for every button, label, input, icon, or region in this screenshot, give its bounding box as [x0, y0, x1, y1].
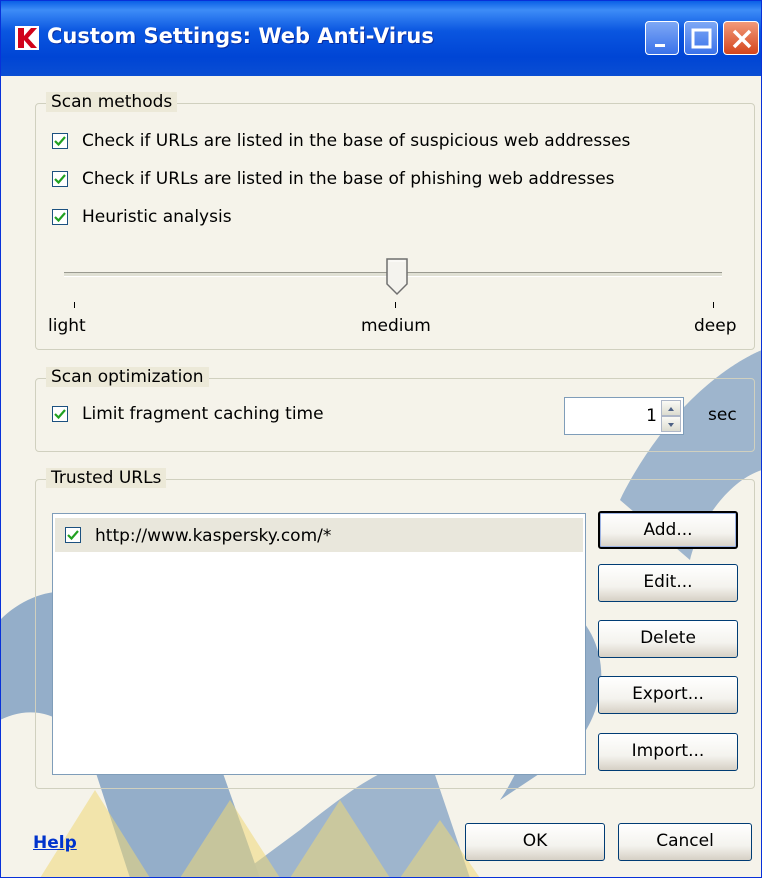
suspicious-urls-checkbox[interactable] — [52, 133, 68, 149]
trusted-url-text: http://www.kaspersky.com/* — [95, 526, 332, 546]
slider-label-medium: medium — [361, 316, 431, 336]
slider-tick-deep — [713, 302, 714, 308]
window-title: Custom Settings: Web Anti-Virus — [47, 24, 434, 48]
arrow-down-icon — [668, 423, 674, 427]
checkmark-icon — [54, 212, 66, 223]
scan-methods-group: Scan methods Check if URLs are listed in… — [35, 92, 755, 350]
slider-tick-light — [74, 302, 75, 308]
spin-up-button[interactable] — [661, 400, 681, 416]
delete-button[interactable]: Delete — [598, 620, 738, 658]
slider-label-deep: deep — [694, 316, 737, 336]
arrow-up-icon — [668, 407, 674, 411]
close-button[interactable] — [723, 21, 759, 55]
phishing-urls-label[interactable]: Check if URLs are listed in the base of … — [82, 169, 615, 189]
cancel-button[interactable]: Cancel — [618, 823, 752, 861]
add-button[interactable]: Add... — [598, 511, 738, 549]
suspicious-urls-label[interactable]: Check if URLs are listed in the base of … — [82, 131, 630, 151]
dialog-window: Custom Settings: Web Anti-Virus Scan met… — [0, 0, 762, 878]
caching-time-value[interactable]: 1 — [646, 406, 657, 426]
limit-caching-checkbox[interactable] — [52, 406, 68, 422]
dialog-body: Scan methods Check if URLs are listed in… — [1, 76, 761, 877]
scan-methods-label: Scan methods — [46, 92, 178, 112]
trusted-urls-group: Trusted URLs http://www.kaspersky.com/* … — [35, 468, 755, 789]
minimize-button[interactable] — [645, 21, 679, 55]
phishing-urls-checkbox[interactable] — [52, 171, 68, 187]
minimize-icon — [655, 44, 665, 47]
export-button[interactable]: Export... — [598, 676, 738, 714]
maximize-icon — [691, 28, 712, 49]
checkmark-icon — [54, 136, 66, 147]
import-button[interactable]: Import... — [598, 733, 738, 771]
scan-optimization-group: Scan optimization Limit fragment caching… — [35, 367, 755, 452]
heuristic-analysis-label[interactable]: Heuristic analysis — [82, 207, 232, 227]
trusted-urls-list[interactable]: http://www.kaspersky.com/* — [52, 513, 586, 775]
ok-button[interactable]: OK — [465, 823, 605, 861]
edit-button[interactable]: Edit... — [598, 564, 738, 602]
checkmark-icon — [54, 174, 66, 185]
close-icon — [732, 29, 752, 49]
checkmark-icon — [54, 409, 66, 420]
list-item[interactable]: http://www.kaspersky.com/* — [55, 518, 583, 552]
slider-thumb[interactable] — [386, 258, 408, 296]
slider-tick-medium — [395, 302, 396, 308]
caching-time-spinner[interactable]: 1 — [564, 397, 684, 435]
heuristic-analysis-checkbox[interactable] — [52, 209, 68, 225]
trusted-urls-label: Trusted URLs — [46, 468, 167, 488]
title-bar[interactable]: Custom Settings: Web Anti-Virus — [1, 1, 761, 76]
limit-caching-label[interactable]: Limit fragment caching time — [82, 404, 324, 424]
scan-optimization-label: Scan optimization — [46, 367, 209, 387]
spin-down-button[interactable] — [661, 416, 681, 432]
slider-label-light: light — [48, 316, 86, 336]
help-link[interactable]: Help — [33, 833, 77, 853]
caching-time-unit: sec — [708, 405, 737, 425]
checkmark-icon — [67, 530, 79, 541]
maximize-button[interactable] — [684, 21, 718, 55]
kaspersky-logo-icon — [15, 26, 39, 50]
trusted-url-checkbox[interactable] — [65, 527, 81, 543]
